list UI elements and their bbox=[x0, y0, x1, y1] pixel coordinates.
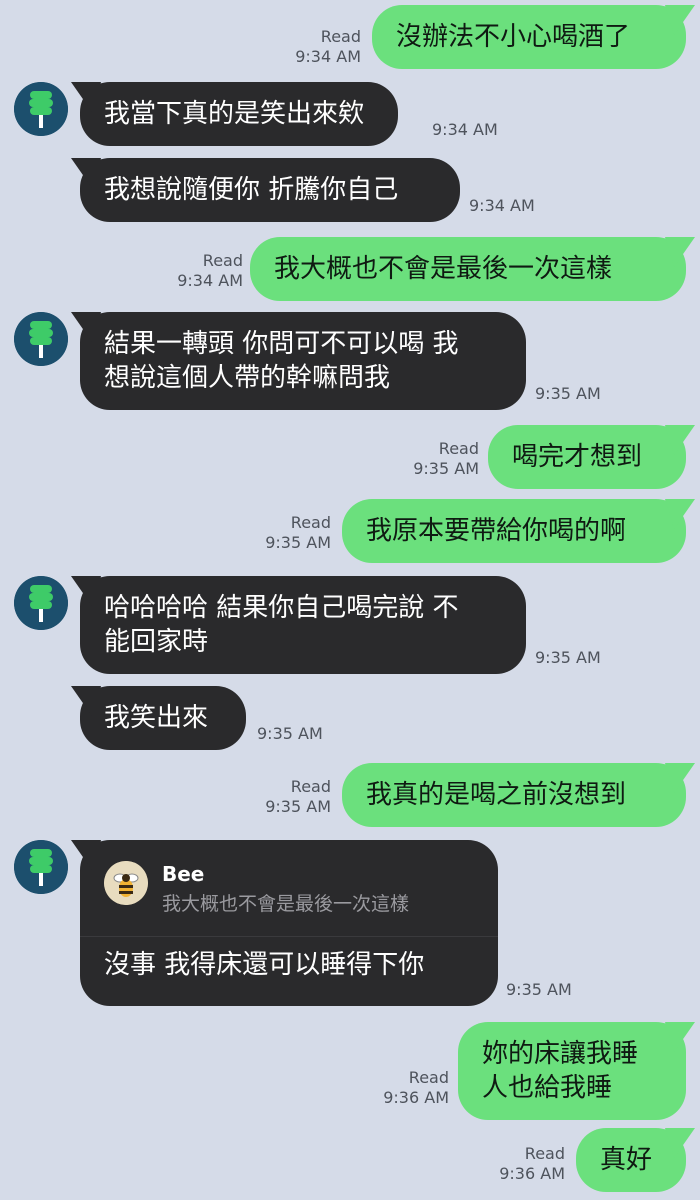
message-text: 我大概也不會是最後一次這樣 bbox=[274, 254, 613, 284]
reply-quoted-text: 我大概也不會是最後一次這樣 bbox=[162, 893, 410, 915]
read-receipt: Read bbox=[438, 439, 479, 458]
outgoing-message-bubble[interactable]: 沒辦法不小心喝酒了 bbox=[372, 5, 686, 69]
outgoing-message-bubble[interactable]: 妳的床讓我睡 人也給我睡 bbox=[458, 1022, 686, 1120]
message-timestamp: 9:34 AM bbox=[432, 120, 498, 139]
message-meta: Read 9:35 AM bbox=[265, 777, 331, 817]
message-meta: Read 9:35 AM bbox=[265, 513, 331, 553]
message-timestamp: 9:36 AM bbox=[383, 1088, 449, 1107]
message-meta: 9:34 AM bbox=[432, 120, 498, 140]
reply-preview[interactable]: Bee 我大概也不會是最後一次這樣 bbox=[80, 840, 498, 937]
incoming-message-bubble[interactable]: 結果一轉頭 你問可不可以喝 我 想說這個人帶的幹嘛問我 bbox=[80, 312, 526, 410]
message-text: 我真的是喝之前沒想到 bbox=[366, 780, 627, 810]
message-timestamp: 9:35 AM bbox=[506, 980, 572, 999]
contact-avatar[interactable] bbox=[14, 82, 68, 136]
outgoing-message-bubble[interactable]: 我大概也不會是最後一次這樣 bbox=[250, 237, 686, 301]
read-receipt: Read bbox=[202, 251, 243, 270]
message-text: 我笑出來 bbox=[104, 703, 209, 733]
read-receipt: Read bbox=[290, 513, 331, 532]
message-meta: 9:35 AM bbox=[535, 384, 601, 404]
message-timestamp: 9:35 AM bbox=[265, 533, 331, 552]
incoming-message-bubble[interactable]: 哈哈哈哈 結果你自己喝完說 不 能回家時 bbox=[80, 576, 526, 674]
incoming-message-bubble[interactable]: 我當下真的是笑出來欸 bbox=[80, 82, 398, 146]
outgoing-message-bubble[interactable]: 我原本要帶給你喝的啊 bbox=[342, 499, 686, 563]
reply-sender-name: Bee bbox=[162, 862, 205, 886]
bee-icon bbox=[104, 861, 148, 905]
contact-avatar[interactable] bbox=[14, 576, 68, 630]
incoming-message-bubble[interactable]: 我想說隨便你 折騰你自己 bbox=[80, 158, 460, 222]
message-text: 哈哈哈哈 結果你自己喝完說 不 能回家時 bbox=[104, 593, 459, 657]
outgoing-message-bubble[interactable]: 喝完才想到 bbox=[488, 425, 686, 489]
message-timestamp: 9:35 AM bbox=[535, 648, 601, 667]
message-text: 我原本要帶給你喝的啊 bbox=[366, 516, 627, 546]
contact-avatar[interactable] bbox=[14, 840, 68, 894]
message-timestamp: 9:34 AM bbox=[177, 271, 243, 290]
green-tree-icon bbox=[14, 840, 68, 894]
outgoing-message-bubble[interactable]: 我真的是喝之前沒想到 bbox=[342, 763, 686, 827]
read-receipt: Read bbox=[408, 1068, 449, 1087]
chat-thread[interactable]: 沒辦法不小心喝酒了 Read 9:34 AM 我當下真的是笑出來欸 9:34 AM 我想說… bbox=[0, 0, 700, 1200]
message-text: 我想說隨便你 折騰你自己 bbox=[104, 175, 399, 205]
incoming-message-bubble[interactable]: 我笑出來 bbox=[80, 686, 246, 750]
message-timestamp: 9:36 AM bbox=[499, 1164, 565, 1183]
read-receipt: Read bbox=[290, 777, 331, 796]
message-meta: Read 9:34 AM bbox=[177, 251, 243, 291]
outgoing-message-bubble[interactable]: 真好 bbox=[576, 1128, 686, 1192]
message-meta: 9:34 AM bbox=[469, 196, 535, 216]
message-text: 真好 bbox=[600, 1145, 653, 1175]
message-timestamp: 9:35 AM bbox=[535, 384, 601, 403]
message-text: 喝完才想到 bbox=[512, 442, 643, 472]
contact-avatar[interactable] bbox=[14, 312, 68, 366]
read-receipt: Read bbox=[320, 27, 361, 46]
message-text: 沒事 我得床還可以睡得下你 bbox=[104, 950, 425, 980]
message-meta: 9:35 AM bbox=[506, 980, 572, 1000]
message-text: 我當下真的是笑出來欸 bbox=[104, 99, 365, 129]
message-meta: Read 9:34 AM bbox=[295, 27, 361, 67]
message-text: 結果一轉頭 你問可不可以喝 我 想說這個人帶的幹嘛問我 bbox=[104, 329, 459, 393]
message-text: 妳的床讓我睡 人也給我睡 bbox=[482, 1039, 639, 1103]
message-timestamp: 9:35 AM bbox=[257, 724, 323, 743]
message-timestamp: 9:34 AM bbox=[295, 47, 361, 66]
read-receipt: Read bbox=[524, 1144, 565, 1163]
green-tree-icon bbox=[14, 576, 68, 630]
incoming-message-bubble[interactable]: Bee 我大概也不會是最後一次這樣沒事 我得床還可以睡得下你 bbox=[80, 840, 498, 1006]
message-text: 沒辦法不小心喝酒了 bbox=[396, 22, 631, 52]
message-meta: Read 9:36 AM bbox=[499, 1144, 565, 1184]
green-tree-icon bbox=[14, 312, 68, 366]
message-meta: 9:35 AM bbox=[535, 648, 601, 668]
message-meta: Read 9:36 AM bbox=[383, 1068, 449, 1108]
green-tree-icon bbox=[14, 82, 68, 136]
message-timestamp: 9:34 AM bbox=[469, 196, 535, 215]
message-timestamp: 9:35 AM bbox=[265, 797, 331, 816]
message-meta: Read 9:35 AM bbox=[413, 439, 479, 479]
message-meta: 9:35 AM bbox=[257, 724, 323, 744]
message-timestamp: 9:35 AM bbox=[413, 459, 479, 478]
